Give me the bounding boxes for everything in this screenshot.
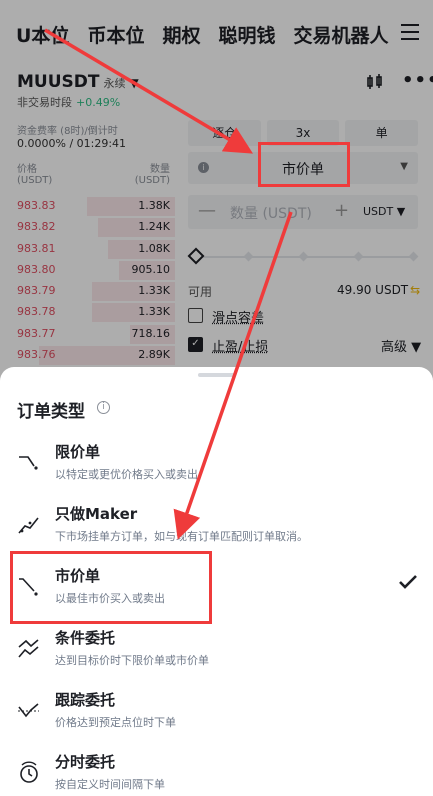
option-desc: 按自定义时间间隔下单 (55, 778, 165, 791)
option-desc: 以特定或更优价格买入或卖出 (55, 468, 198, 481)
annotation-highlight-box (258, 142, 350, 187)
option-desc: 达到目标价时下限价单或市价单 (55, 654, 209, 667)
order-type-option-maker-only[interactable]: 只做Maker 下市场挂单方订单，如与现有订单匹配则订单取消。 (0, 495, 433, 553)
conditional-order-icon (18, 639, 39, 658)
option-label: 只做Maker (55, 505, 138, 523)
sheet-title: 订单类型 (17, 402, 85, 422)
order-type-option-twap[interactable]: 分时委托 按自定义时间间隔下单 (0, 743, 433, 796)
option-desc: 价格达到预定点位时下单 (55, 716, 176, 729)
order-type-option-limit[interactable]: 限价单 以特定或更优价格买入或卖出 (0, 433, 433, 491)
order-type-option-conditional[interactable]: 条件委托 达到目标价时下限价单或市价单 (0, 619, 433, 677)
info-icon[interactable]: i (97, 401, 110, 414)
twap-order-icon (20, 761, 38, 783)
option-label: 分时委托 (55, 753, 116, 771)
limit-order-icon (19, 456, 38, 470)
trailing-order-icon (18, 703, 39, 718)
checkmark-icon (399, 575, 417, 589)
annotation-highlight-box (10, 551, 212, 624)
maker-only-icon (18, 517, 39, 534)
option-desc: 下市场挂单方订单，如与现有订单匹配则订单取消。 (55, 530, 308, 543)
option-label: 跟踪委托 (55, 691, 116, 709)
order-type-option-trailing[interactable]: 跟踪委托 价格达到预定点位时下单 (0, 681, 433, 739)
option-label: 限价单 (55, 443, 101, 461)
option-label: 条件委托 (55, 629, 116, 647)
sheet-drag-handle[interactable] (198, 373, 236, 377)
